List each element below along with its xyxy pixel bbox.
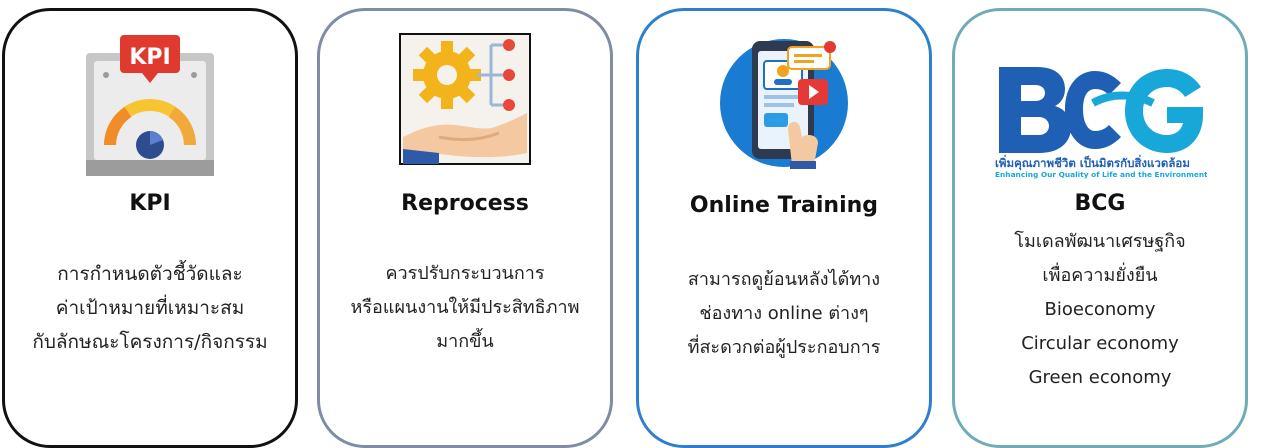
bcg-line-2: เพื่อความยั่งยืน [1042,265,1158,286]
online-training-line-3: ที่สะดวกต่อผู้ประกอบการ [687,337,881,358]
bcg-line-3: Bioeconomy [1044,299,1156,320]
bcg-line-5: Green economy [1028,367,1172,388]
bcg-logo: เพิ่มคุณภาพชีวิต เป็นมิตรกับสิ่งแวดล้อม … [993,63,1208,179]
kpi-gauge-icon: KPI [84,33,216,178]
reprocess-title: Reprocess [401,191,529,216]
online-training-card: Online Training สามารถดูย้อนหลังได้ทาง ช… [636,8,932,448]
bcg-line-4: Circular economy [1021,333,1179,354]
gear-hand-process-icon [399,33,531,165]
bcg-card: เพิ่มคุณภาพชีวิต เป็นมิตรกับสิ่งแวดล้อม … [952,8,1248,448]
bcg-title: BCG [1074,191,1126,216]
bcg-description: โมเดลพัฒนาเศรษฐกิจ เพื่อความยั่งยืน Bioe… [955,225,1245,395]
online-training-description: สามารถดูย้อนหลังได้ทาง ช่องทาง online ต่… [639,263,929,365]
reprocess-line-3: มากขึ้น [436,331,494,352]
bcg-logo-thai-tagline: เพิ่มคุณภาพชีวิต เป็นมิตรกับสิ่งแวดล้อม [995,154,1190,171]
kpi-line-3: กับลักษณะโครงการ/กิจกรรม [32,331,268,353]
bcg-line-1: โมเดลพัฒนาเศรษฐกิจ [1014,231,1186,252]
online-training-line-2: ช่องทาง online ต่างๆ [699,303,869,324]
bcg-logo-english-tagline: Enhancing Our Quality of Life and the En… [995,170,1207,179]
reprocess-line-2: หรือแผนงานให้มีประสิทธิภาพ [350,297,580,318]
reprocess-line-1: ควรปรับกระบวนการ [385,263,545,284]
phone-online-training-icon [714,31,854,171]
reprocess-card: Reprocess ควรปรับกระบวนการ หรือแผนงานให้… [317,8,613,448]
online-training-line-1: สามารถดูย้อนหลังได้ทาง [687,269,881,290]
reprocess-description: ควรปรับกระบวนการ หรือแผนงานให้มีประสิทธิ… [320,257,610,359]
kpi-card: KPI KPI การกำหนดตัวชี้วัดและ ค่าเป้าหมาย… [2,8,298,448]
kpi-title: KPI [129,191,171,216]
kpi-line-2: ค่าเป้าหมายที่เหมาะสม [55,297,245,319]
kpi-icon-text: KPI [129,45,170,70]
online-training-title: Online Training [689,193,879,218]
kpi-line-1: การกำหนดตัวชี้วัดและ [57,263,243,285]
kpi-description: การกำหนดตัวชี้วัดและ ค่าเป้าหมายที่เหมาะ… [5,257,295,359]
